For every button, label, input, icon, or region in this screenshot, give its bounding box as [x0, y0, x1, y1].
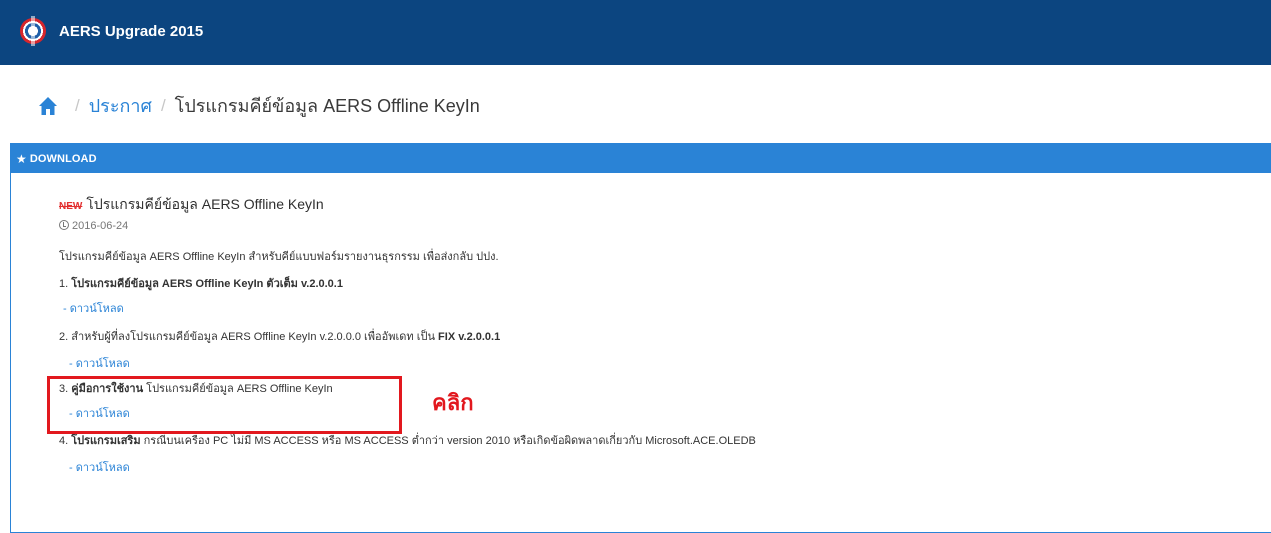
panel-heading: ★ DOWNLOAD	[11, 144, 1271, 173]
list-item-bold-text: FIX v.2.0.0.1	[438, 331, 501, 343]
breadcrumb-separator: /	[160, 95, 166, 115]
list-item-text: กรณีบนเครื่อง PC ไม่มี MS ACCESS หรือ MS…	[140, 435, 756, 447]
download-link[interactable]: - ดาวน์โหลด	[69, 354, 130, 372]
breadcrumb-link-announcement[interactable]: ประกาศ	[89, 91, 152, 120]
breadcrumb-current-page: โปรแกรมคีย์ข้อมูล AERS Offline KeyIn	[174, 96, 480, 116]
list-item-bold-text: โปรแกรมเสริม	[71, 435, 141, 447]
item-title-text: โปรแกรมคีย์ข้อมูล AERS Offline KeyIn	[86, 196, 324, 212]
top-navbar: AERS Upgrade 2015	[0, 0, 1271, 65]
list-item-text: สำหรับผู้ที่ลงโปรแกรมคีย์ข้อมูล AERS Off…	[71, 331, 439, 343]
list-item-number: 1.	[59, 278, 72, 290]
new-badge: NEW	[59, 201, 83, 212]
home-icon[interactable]	[38, 96, 58, 116]
star-icon: ★	[16, 151, 27, 166]
aers-logo-icon[interactable]	[20, 16, 46, 46]
breadcrumb-separator: /	[75, 95, 80, 115]
list-item-bold-text: โปรแกรมคีย์ข้อมูล AERS Offline KeyIn ตัว…	[71, 278, 343, 290]
click-annotation: คลิก	[432, 390, 474, 415]
download-panel: ★ DOWNLOAD NEW โปรแกรมคีย์ข้อมูล AERS Off…	[10, 143, 1271, 533]
download-link[interactable]: - ดาวน์โหลด	[69, 458, 130, 476]
list-item-number: 4.	[59, 435, 72, 447]
clock-icon	[59, 220, 69, 230]
download-link[interactable]: - ดาวน์โหลด	[63, 299, 124, 317]
item-date: 2016-06-24	[59, 220, 128, 232]
highlight-box	[47, 376, 402, 434]
item-date-text: 2016-06-24	[72, 220, 129, 232]
list-item: 2. สำหรับผู้ที่ลงโปรแกรมคีย์ข้อมูล AERS …	[59, 327, 500, 345]
item-description: โปรแกรมคีย์ข้อมูล AERS Offline KeyIn สำห…	[59, 251, 499, 263]
item-title: NEW โปรแกรมคีย์ข้อมูล AERS Offline KeyIn	[59, 194, 324, 216]
list-item-number: 2.	[59, 331, 72, 343]
panel-heading-label: DOWNLOAD	[29, 152, 97, 165]
app-title[interactable]: AERS Upgrade 2015	[59, 23, 203, 40]
list-item: 1. โปรแกรมคีย์ข้อมูล AERS Offline KeyIn …	[59, 274, 343, 292]
breadcrumb: / ประกาศ / โปรแกรมคีย์ข้อมูล AERS Offlin…	[38, 91, 480, 120]
